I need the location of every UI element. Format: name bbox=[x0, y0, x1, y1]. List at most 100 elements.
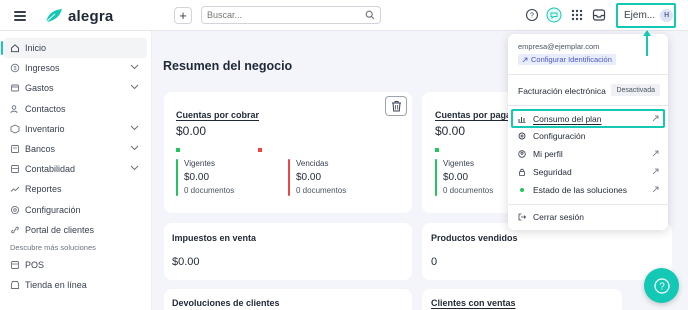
external-link-icon bbox=[652, 150, 659, 157]
menu-item-security[interactable]: Seguridad bbox=[518, 164, 663, 180]
payables-vigentes-label: Vigentes bbox=[443, 159, 474, 168]
sidebar-item-label: Reportes bbox=[25, 184, 62, 195]
search-icon[interactable] bbox=[365, 10, 375, 20]
apps-grid-icon[interactable] bbox=[570, 8, 584, 22]
help-icon[interactable]: ? bbox=[525, 8, 539, 22]
alegra-logo[interactable]: alegra bbox=[44, 6, 113, 26]
chevron-down-icon[interactable] bbox=[130, 84, 139, 90]
chevron-down-icon[interactable] bbox=[130, 64, 139, 70]
sidebar-item-contactos[interactable]: Contactos bbox=[0, 99, 151, 119]
divider bbox=[508, 105, 668, 106]
accounting-icon bbox=[10, 164, 20, 174]
solutions-section-label: Descubre más soluciones bbox=[10, 243, 96, 253]
returns-card: Devoluciones de clientes bbox=[164, 289, 412, 310]
menu-item-profile[interactable]: Mi perfil bbox=[518, 146, 663, 162]
add-button[interactable]: + bbox=[174, 7, 192, 24]
help-fab-button[interactable]: ? bbox=[644, 268, 679, 303]
sidebar-item-label: Tienda en línea bbox=[25, 280, 87, 291]
sidebar-item-bancos[interactable]: Bancos bbox=[0, 139, 151, 159]
page-title: Resumen del negocio bbox=[163, 59, 293, 73]
sidebar-item-contabilidad[interactable]: Contabilidad bbox=[0, 159, 151, 179]
configure-id-link[interactable]: Configurar Identificación bbox=[518, 54, 616, 65]
sidebar-item-label: Contabilidad bbox=[25, 164, 76, 175]
configure-id-label: Configurar Identificación bbox=[531, 55, 612, 64]
vigentes-legend-dot bbox=[176, 148, 180, 152]
lock-icon bbox=[518, 168, 526, 176]
chevron-down-icon[interactable] bbox=[130, 125, 139, 131]
clients-with-sales-title[interactable]: Clientes con ventas bbox=[431, 298, 516, 308]
question-icon: ? bbox=[653, 277, 670, 294]
user-email: empresa@ejemplar.com bbox=[518, 42, 600, 51]
sidebar-item-label: Inicio bbox=[25, 43, 47, 54]
svg-text:?: ? bbox=[659, 281, 665, 292]
sidebar-item-reportes[interactable]: Reportes bbox=[0, 179, 151, 199]
vencidas-legend-dot bbox=[258, 148, 262, 152]
sidebar: Inicio $ Ingresos Gastos Contactos Inven… bbox=[0, 31, 152, 310]
pos-icon bbox=[10, 260, 20, 270]
chevron-down-icon[interactable] bbox=[130, 145, 139, 151]
search-input[interactable] bbox=[207, 7, 357, 23]
avatar: H bbox=[660, 9, 674, 22]
e-invoice-status-badge[interactable]: Desactivada bbox=[611, 84, 660, 96]
vencidas-block: Vencidas $0.00 0 documentos bbox=[288, 159, 347, 196]
inbox-icon[interactable] bbox=[592, 8, 606, 22]
sidebar-item-gastos[interactable]: Gastos bbox=[0, 78, 151, 98]
chat-icon[interactable] bbox=[546, 7, 562, 23]
search-box[interactable] bbox=[201, 6, 381, 24]
sidebar-item-label: Portal de clientes bbox=[25, 224, 95, 235]
vigentes-docs: 0 documentos bbox=[184, 186, 235, 195]
sidebar-item-ingresos[interactable]: $ Ingresos bbox=[0, 58, 151, 78]
sidebar-item-inventario[interactable]: Inventario bbox=[0, 119, 151, 139]
sidebar-item-portal[interactable]: Portal de clientes bbox=[0, 220, 151, 240]
vigentes-value: $0.00 bbox=[184, 172, 210, 183]
svg-text:?: ? bbox=[530, 13, 534, 20]
vencidas-docs: 0 documentos bbox=[296, 186, 347, 195]
alegra-leaf-icon bbox=[45, 9, 62, 23]
payables-title[interactable]: Cuentas por pagar bbox=[435, 110, 515, 120]
menu-item-label: Configuración bbox=[533, 131, 586, 141]
vencidas-value: $0.00 bbox=[296, 172, 322, 183]
receivables-title[interactable]: Cuentas por cobrar bbox=[176, 110, 259, 120]
sidebar-item-label: Bancos bbox=[25, 144, 56, 155]
vigentes-label: Vigentes bbox=[184, 159, 215, 168]
menu-item-configuration[interactable]: Configuración bbox=[518, 128, 663, 144]
vencidas-label: Vencidas bbox=[296, 159, 329, 168]
income-icon: $ bbox=[10, 63, 20, 73]
payables-total: $0.00 bbox=[435, 124, 466, 138]
receivables-card: Cuentas por cobrar $0.00 Vigentes $0.00 … bbox=[164, 92, 412, 213]
menu-item-label: Seguridad bbox=[533, 167, 572, 177]
delete-card-button[interactable] bbox=[385, 96, 407, 116]
external-link-icon bbox=[652, 168, 659, 175]
contacts-icon bbox=[10, 104, 20, 114]
logout-label: Cerrar sesión bbox=[533, 212, 585, 222]
sidebar-item-label: Ingresos bbox=[25, 63, 60, 74]
sidebar-item-configuracion[interactable]: Configuración bbox=[0, 200, 151, 220]
payables-vigentes-docs: 0 documentos bbox=[443, 186, 494, 195]
store-icon bbox=[10, 280, 20, 290]
sidebar-item-inicio[interactable]: Inicio bbox=[1, 38, 147, 59]
logout-button[interactable]: Cerrar sesión bbox=[518, 209, 663, 225]
menu-item-label: Mi perfil bbox=[533, 149, 563, 159]
sidebar-item-label: Configuración bbox=[25, 204, 81, 215]
products-sold-title: Productos vendidos bbox=[431, 233, 518, 243]
sidebar-item-tienda[interactable]: Tienda en línea bbox=[0, 275, 151, 295]
sidebar-item-label: Gastos bbox=[25, 83, 54, 94]
logo-text: alegra bbox=[68, 7, 114, 25]
chevron-down-icon[interactable] bbox=[130, 165, 139, 171]
sidebar-item-pos[interactable]: POS bbox=[0, 255, 151, 275]
user-name: Ejem... bbox=[624, 10, 656, 21]
inventory-icon bbox=[10, 124, 20, 134]
gear-icon bbox=[518, 132, 526, 140]
divider bbox=[508, 74, 668, 75]
link-icon bbox=[10, 225, 20, 235]
sidebar-item-label: Inventario bbox=[25, 123, 65, 134]
profile-icon bbox=[518, 150, 526, 158]
sidebar-item-label: Contactos bbox=[25, 103, 66, 114]
e-invoice-label: Facturación electrónica bbox=[518, 86, 606, 96]
arrow-up-icon bbox=[643, 30, 651, 56]
top-bar: alegra + ? Ejem... H bbox=[0, 0, 688, 31]
menu-item-solutions-status[interactable]: Estado de las soluciones bbox=[518, 182, 663, 198]
products-sold-card: Productos vendidos 0 bbox=[422, 223, 672, 280]
user-menu-button[interactable]: Ejem... H bbox=[616, 3, 676, 28]
hamburger-menu-icon[interactable] bbox=[14, 11, 26, 21]
